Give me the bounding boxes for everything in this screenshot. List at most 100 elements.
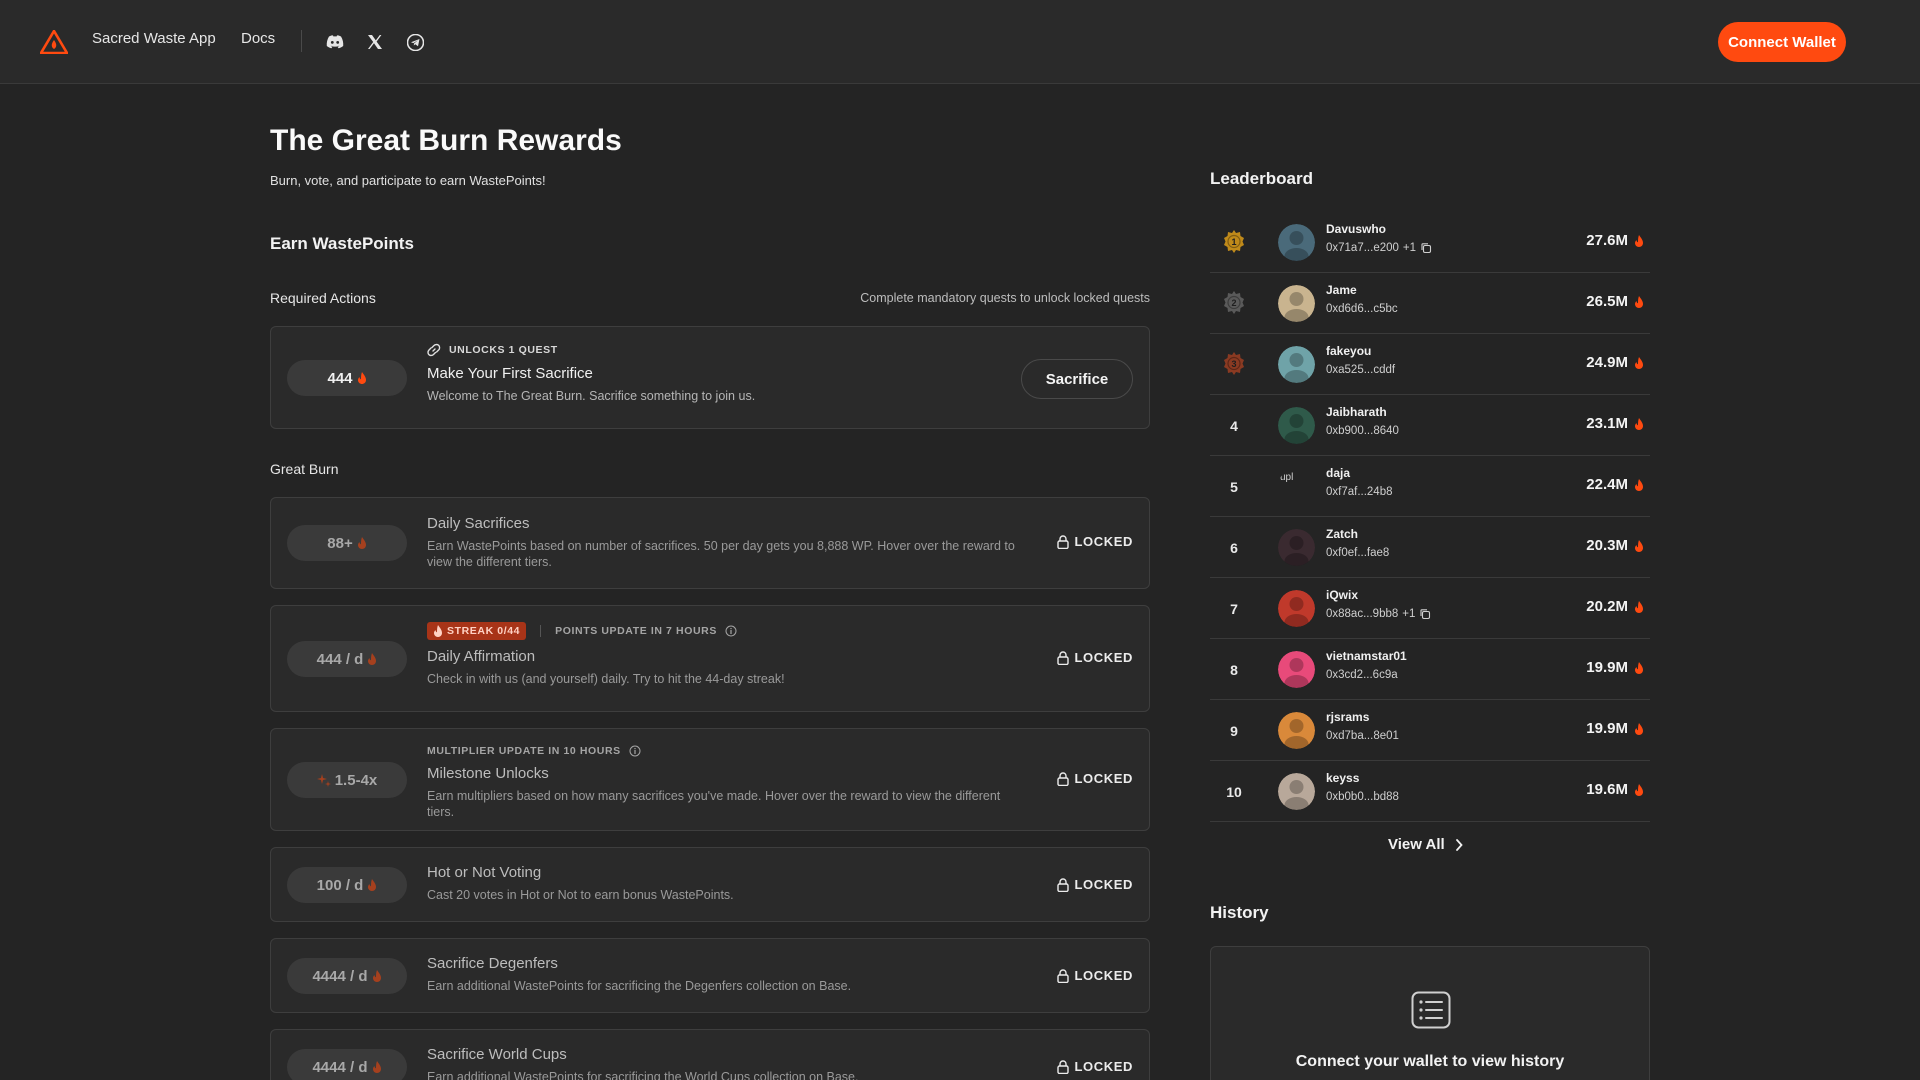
rank-number: 10 bbox=[1226, 783, 1242, 800]
quest-reward-pill: 444 / d bbox=[287, 641, 407, 677]
leaderboard-address: 0xf0ef...fae8 bbox=[1326, 547, 1390, 559]
flame-icon bbox=[1635, 356, 1643, 369]
reward-value: 88+ bbox=[327, 534, 353, 552]
leaderboard-address: 0x3cd2...6c9a bbox=[1326, 669, 1398, 681]
view-all-link[interactable]: View All bbox=[1388, 836, 1463, 853]
flame-icon bbox=[1635, 478, 1643, 491]
history-panel: Connect your wallet to view history bbox=[1210, 946, 1650, 1080]
copy-icon[interactable] bbox=[1419, 608, 1431, 620]
required-actions-note: Complete mandatory quests to unlock lock… bbox=[860, 291, 1150, 305]
top-nav: Sacred Waste App Docs Connect Wallet bbox=[0, 0, 1920, 84]
quest-meta: UNLOCKS 1 QUEST bbox=[427, 343, 1029, 357]
locked-status: LOCKED bbox=[1056, 534, 1134, 549]
leaderboard-address: 0xb900...8640 bbox=[1326, 425, 1399, 437]
quest-title: Daily Sacrifices bbox=[427, 515, 530, 532]
lock-icon bbox=[1056, 877, 1069, 892]
nav-divider bbox=[301, 30, 302, 52]
leaderboard-row[interactable]: 5 upl daja 0xf7af...24b8 22.4M bbox=[1210, 456, 1650, 517]
leaderboard-score: 19.9M bbox=[1586, 720, 1644, 737]
leaderboard-address: 0xa525...cddf bbox=[1326, 364, 1396, 376]
quest-description: Earn WastePoints based on number of sacr… bbox=[427, 539, 1015, 569]
great-burn-label: Great Burn bbox=[270, 461, 339, 477]
rank-medal-icon: 2 bbox=[1210, 273, 1258, 334]
avatar bbox=[1278, 529, 1315, 566]
locked-status: LOCKED bbox=[1056, 650, 1134, 665]
reward-value: 444 bbox=[327, 369, 353, 387]
leaderboard-name: vietnamstar01 bbox=[1326, 649, 1407, 663]
leaderboard-row[interactable]: 6 Zatch 0xf0ef...fae8 20.3M bbox=[1210, 517, 1650, 578]
quest-reward-pill: 88+ bbox=[287, 525, 407, 561]
locked-status: LOCKED bbox=[1056, 877, 1134, 892]
history-empty-text: Connect your wallet to view history bbox=[1295, 1053, 1565, 1070]
quest-sacrifice-world-cups: 4444 / d Sacrifice World Cups Earn addit… bbox=[270, 1029, 1150, 1080]
flame-icon bbox=[1635, 600, 1643, 613]
avatar bbox=[1278, 407, 1315, 444]
quest-description: Earn additional WastePoints for sacrific… bbox=[427, 1070, 859, 1080]
info-icon[interactable] bbox=[725, 625, 737, 637]
lock-icon bbox=[1056, 968, 1069, 983]
quest-body: Hot or Not Voting Cast 20 votes in Hot o… bbox=[427, 864, 1029, 903]
svg-text:3: 3 bbox=[1231, 359, 1236, 369]
locked-status: LOCKED bbox=[1056, 1059, 1134, 1074]
quest-reward-pill: 100 / d bbox=[287, 867, 407, 903]
leaderboard-row[interactable]: 8 vietnamstar01 0x3cd2...6c9a 19.9M bbox=[1210, 639, 1650, 700]
leaderboard-address: 0xf7af...24b8 bbox=[1326, 486, 1393, 498]
discord-icon[interactable] bbox=[325, 32, 345, 52]
locked-status: LOCKED bbox=[1056, 968, 1134, 983]
docs-link[interactable]: Docs bbox=[241, 30, 275, 47]
svg-text:2: 2 bbox=[1231, 298, 1236, 308]
leaderboard-row[interactable]: 2 Jame 0xd6d6...c5bc 26.5M bbox=[1210, 273, 1650, 334]
app-link[interactable]: Sacred Waste App bbox=[92, 30, 216, 47]
leaderboard-row[interactable]: 7 iQwix 0x88ac...9bb8 +1 20.2M bbox=[1210, 578, 1650, 639]
page-subtitle: Burn, vote, and participate to earn Wast… bbox=[270, 173, 546, 188]
quest-first-sacrifice: 444 UNLOCKS 1 QUEST Make Your First Sacr… bbox=[270, 326, 1150, 429]
quest-title: Hot or Not Voting bbox=[427, 864, 542, 881]
copy-icon[interactable] bbox=[1420, 242, 1432, 254]
avatar bbox=[1278, 773, 1315, 810]
broken-image-text: upl bbox=[1280, 472, 1294, 483]
connect-wallet-button[interactable]: Connect Wallet bbox=[1718, 22, 1846, 62]
flame-icon bbox=[1635, 783, 1643, 796]
leaderboard-name: Jame bbox=[1326, 283, 1357, 297]
avatar bbox=[1278, 590, 1315, 627]
reward-value: 4444 / d bbox=[312, 967, 368, 985]
telegram-icon[interactable] bbox=[405, 32, 425, 52]
unlocks-label: UNLOCKS 1 QUEST bbox=[449, 344, 558, 356]
leaderboard-score: 27.6M bbox=[1586, 232, 1644, 249]
sacred-waste-logo-icon[interactable] bbox=[40, 30, 68, 54]
leaderboard-row[interactable]: 10 keyss 0xb0b0...bd88 19.6M bbox=[1210, 761, 1650, 822]
avatar bbox=[1278, 346, 1315, 383]
rank-number: 6 bbox=[1230, 539, 1238, 556]
flame-icon bbox=[1635, 417, 1643, 430]
extra-wallet-count: +1 bbox=[1402, 242, 1417, 254]
leaderboard-row[interactable]: 9 rjsrams 0xd7ba...8e01 19.9M bbox=[1210, 700, 1650, 761]
leaderboard-name: rjsrams bbox=[1326, 710, 1370, 724]
reward-value: 100 / d bbox=[316, 876, 364, 894]
leaderboard-address: 0x88ac...9bb8 +1 bbox=[1326, 608, 1431, 620]
link-icon bbox=[427, 343, 441, 357]
x-twitter-icon[interactable] bbox=[365, 32, 385, 52]
flame-icon bbox=[1635, 295, 1643, 308]
avatar: upl bbox=[1278, 468, 1315, 505]
rank-number: 5 bbox=[1230, 478, 1238, 495]
quest-daily-sacrifices: 88+ Daily Sacrifices Earn WastePoints ba… bbox=[270, 497, 1150, 589]
quest-body: UNLOCKS 1 QUEST Make Your First Sacrific… bbox=[427, 343, 1029, 404]
quest-description: Cast 20 votes in Hot or Not to earn bonu… bbox=[427, 888, 734, 902]
leaderboard-address: 0xb0b0...bd88 bbox=[1326, 791, 1399, 803]
info-icon[interactable] bbox=[629, 745, 641, 757]
reward-value: 1.5-4x bbox=[334, 771, 378, 789]
sparkle-icon bbox=[316, 774, 331, 787]
leaderboard-score: 20.2M bbox=[1586, 598, 1644, 615]
sacrifice-button[interactable]: Sacrifice bbox=[1021, 359, 1133, 399]
chevron-right-icon bbox=[1455, 838, 1463, 851]
quest-body: MULTIPLIER UPDATE IN 10 HOURS Milestone … bbox=[427, 745, 1029, 820]
leaderboard-row[interactable]: 1 Davuswho 0x71a7...e200 +1 27.6M bbox=[1210, 212, 1650, 273]
leaderboard-row[interactable]: 3 fakeyou 0xa525...cddf 24.9M bbox=[1210, 334, 1650, 395]
rank-number: 7 bbox=[1230, 600, 1238, 617]
leaderboard-name: fakeyou bbox=[1326, 344, 1372, 358]
quest-reward-pill: 4444 / d bbox=[287, 1049, 407, 1080]
lock-icon bbox=[1056, 534, 1069, 549]
avatar bbox=[1278, 651, 1315, 688]
leaderboard-row[interactable]: 4 Jaibharath 0xb900...8640 23.1M bbox=[1210, 395, 1650, 456]
quest-reward-pill: 444 bbox=[287, 360, 407, 396]
